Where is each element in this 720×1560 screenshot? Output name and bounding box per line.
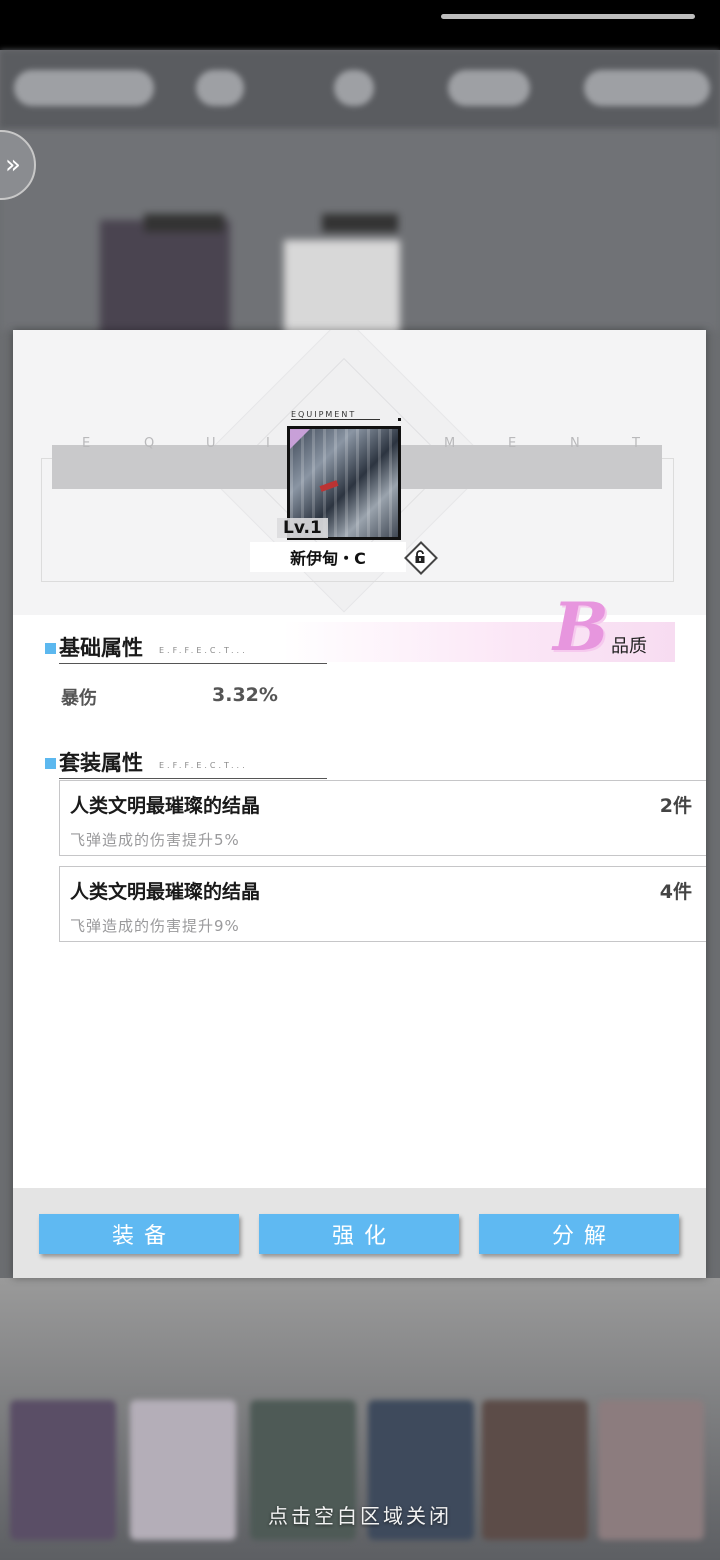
set-bonus-card: 人类文明最璀璨的结晶 4件 飞弹造成的伤害提升9% <box>59 866 706 942</box>
enhance-button[interactable]: 强化 <box>259 1214 459 1254</box>
stat-value: 3.32% <box>212 684 278 706</box>
action-bar: 装备 强化 分解 <box>13 1188 706 1278</box>
unlock-icon <box>415 550 425 563</box>
section-marker <box>45 643 56 654</box>
background-content <box>0 130 720 340</box>
close-hint-text[interactable]: 点击空白区域关闭 <box>0 1500 720 1529</box>
set-attributes-title: 套装属性 <box>59 751 143 775</box>
dismantle-button[interactable]: 分解 <box>479 1214 679 1254</box>
set-description: 飞弹造成的伤害提升5% <box>70 831 240 849</box>
equipment-caption: EQUIPMENT <box>291 410 381 420</box>
quality-label: 品质 <box>611 636 647 657</box>
set-attributes-header: 套装属性 E.F.F.E.C.T... <box>45 747 345 781</box>
equipment-detail-panel: E Q U I P M E N T EQUIPMENT Lv.1 新伊甸・C <box>13 330 706 1278</box>
equip-button[interactable]: 装备 <box>39 1214 239 1254</box>
base-attributes-header: 基础属性 E.F.F.E.C.T... <box>45 632 345 666</box>
set-piece-count: 4件 <box>659 881 692 903</box>
set-description: 飞弹造成的伤害提升9% <box>70 917 240 935</box>
effect-tag: E.F.F.E.C.T... <box>159 646 248 655</box>
lock-toggle-button[interactable] <box>404 541 438 575</box>
effect-tag: E.F.F.E.C.T... <box>159 761 248 770</box>
double-chevron-right-icon: » <box>5 150 21 180</box>
status-bar <box>0 0 720 50</box>
section-marker <box>45 758 56 769</box>
set-name: 人类文明最璀璨的结晶 <box>70 881 261 903</box>
base-attributes-title: 基础属性 <box>59 636 143 660</box>
stat-name: 暴伤 <box>61 688 97 709</box>
home-indicator <box>441 14 695 19</box>
rarity-corner <box>290 429 310 449</box>
equipment-name: 新伊甸・C <box>250 542 406 572</box>
set-name: 人类文明最璀璨的结晶 <box>70 795 261 817</box>
equipment-level: Lv.1 <box>277 518 328 538</box>
equipment-header: E Q U I P M E N T EQUIPMENT Lv.1 新伊甸・C <box>13 330 706 615</box>
set-bonus-card: 人类文明最璀璨的结晶 2件 飞弹造成的伤害提升5% <box>59 780 706 856</box>
background-top-bar <box>0 50 720 130</box>
set-piece-count: 2件 <box>659 795 692 817</box>
quality-grade: B <box>553 588 609 666</box>
